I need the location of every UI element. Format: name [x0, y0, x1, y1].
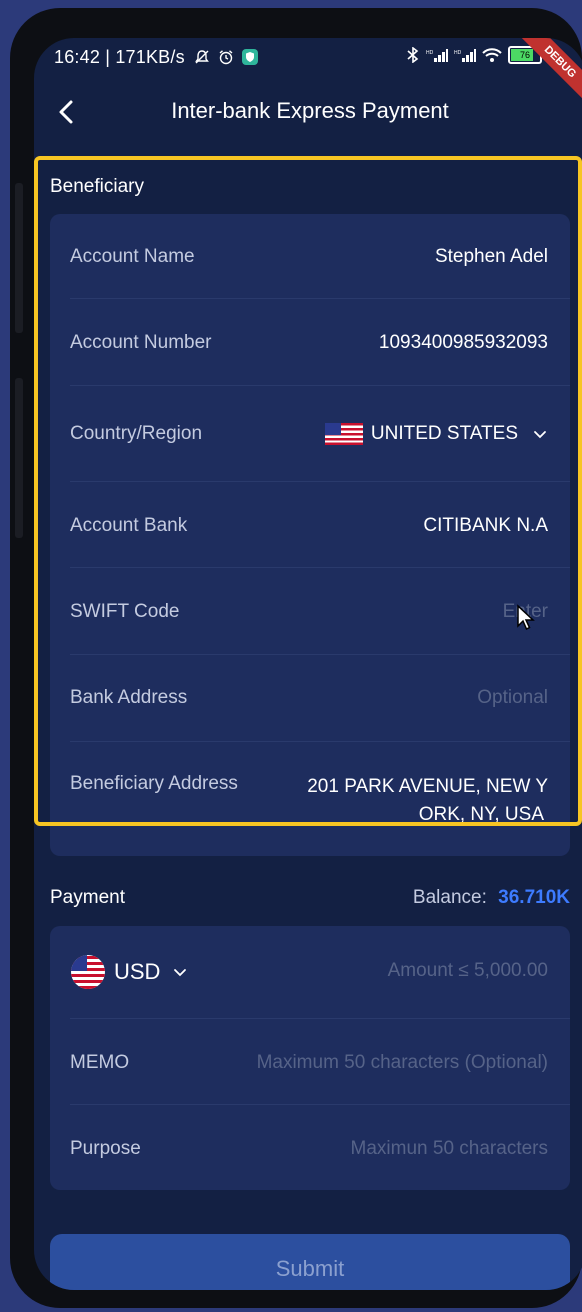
- highlight-frame: [34, 156, 582, 826]
- bluetooth-icon: [407, 47, 419, 63]
- app-screen: 16:42 | 171KB/s HD HD 76 DEBUG Inter-ban…: [34, 38, 582, 1290]
- divider: [70, 1018, 570, 1019]
- amount-input[interactable]: Amount ≤ 5,000.00: [388, 960, 548, 982]
- signal-icon: HD: [426, 49, 448, 62]
- status-time: 16:42 | 171KB/s: [54, 47, 259, 68]
- phone-frame: 16:42 | 171KB/s HD HD 76 DEBUG Inter-ban…: [10, 8, 582, 1308]
- balance-label: Balance:: [412, 887, 487, 908]
- memo-row: MEMO Maximum 50 characters (Optional): [70, 1052, 548, 1082]
- purpose-input[interactable]: Maximun 50 characters: [351, 1138, 548, 1160]
- us-flag-icon: [71, 955, 105, 989]
- balance-value: 36.710K: [498, 887, 570, 908]
- status-bar: 16:42 | 171KB/s HD HD 76 DEBUG: [34, 38, 582, 112]
- side-button: [15, 183, 23, 333]
- memo-input[interactable]: Maximum 50 characters (Optional): [257, 1052, 548, 1074]
- status-icons: HD HD 76: [406, 46, 542, 64]
- signal-icon: HD: [454, 49, 476, 62]
- currency-select[interactable]: USD: [70, 954, 188, 990]
- chevron-down-icon: [174, 969, 187, 977]
- balance: Balance: 36.710K: [413, 887, 570, 909]
- app-bar: Inter-bank Express Payment: [34, 90, 582, 134]
- purpose-row: Purpose Maximun 50 characters: [70, 1138, 548, 1168]
- amount-row: USD Amount ≤ 5,000.00: [70, 954, 548, 994]
- wifi-icon: [482, 48, 502, 62]
- divider: [70, 1104, 570, 1105]
- payment-section-title: Payment: [50, 887, 125, 908]
- alarm-icon: [219, 50, 233, 65]
- side-button: [15, 378, 23, 538]
- submit-button[interactable]: Submit: [50, 1234, 570, 1290]
- payment-card: USD Amount ≤ 5,000.00 MEMO Maximum 50 ch…: [50, 926, 570, 1190]
- page-title: Inter-bank Express Payment: [171, 98, 449, 123]
- memo-label: MEMO: [70, 1052, 130, 1073]
- purpose-label: Purpose: [70, 1138, 141, 1159]
- currency-value: USD: [114, 959, 161, 984]
- svg-text:HD: HD: [426, 50, 434, 56]
- shield-app-icon: [242, 49, 259, 65]
- svg-text:HD: HD: [454, 50, 462, 56]
- muted-bell-icon: [195, 50, 209, 64]
